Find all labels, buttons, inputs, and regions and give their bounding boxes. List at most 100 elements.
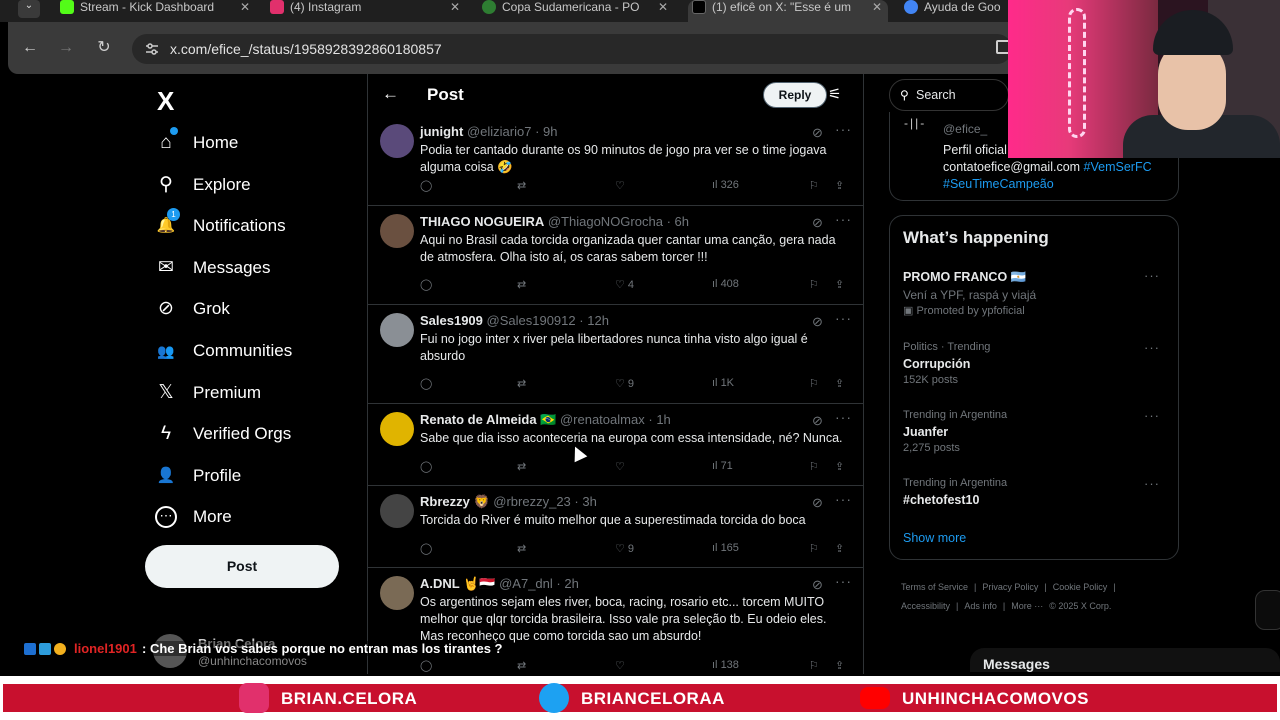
nav-messages[interactable]: ✉ Messages [155,255,355,285]
bookmark-icon[interactable]: ⚐ [809,460,819,473]
reply-button[interactable]: Reply [763,82,827,108]
like-icon[interactable]: ♡ [615,179,625,192]
sliders-icon[interactable]: ⚟ [828,85,841,103]
author-handle[interactable]: @A7_dnl [499,576,553,591]
author-handle[interactable]: @Sales190912 [487,313,576,328]
repost-icon[interactable]: ⇄ [517,460,526,473]
nav-explore[interactable]: ⚲ Explore [155,172,355,202]
more-options-icon[interactable]: ··· [1144,476,1160,491]
share-icon[interactable]: ⇪ [835,659,844,672]
author-name[interactable]: A.DNL 🤘🇾🇪 [420,576,495,591]
footer-link[interactable]: Ads info [964,601,997,611]
timestamp[interactable]: 12h [587,313,609,328]
close-tab-icon[interactable]: ✕ [658,0,668,14]
author-handle[interactable]: @renatoalmax [560,412,645,427]
close-tab-icon[interactable]: ✕ [240,0,250,14]
footer-link[interactable]: Cookie Policy [1053,582,1108,592]
timestamp[interactable]: 3h [582,494,596,509]
views-icon[interactable]: ıl 326 [712,179,739,191]
browser-tab-active[interactable]: (1) eficê on X: "Esse é um ✕ [688,0,888,22]
author-handle[interactable]: @eliziario7 [467,124,532,139]
avatar[interactable] [380,494,414,528]
x-logo[interactable]: X [157,86,174,117]
nav-notifications[interactable]: 🔔 1 Notifications [155,208,355,243]
footer-link[interactable]: Privacy Policy [982,582,1038,592]
nav-verified-orgs[interactable]: ϟ Verified Orgs [155,421,355,451]
bookmark-icon[interactable]: ⚐ [809,542,819,555]
author-name[interactable]: Rbrezzy 🦁 [420,494,490,509]
hashtag-link[interactable]: #SeuTimeCampeão [943,176,1173,193]
reload-icon[interactable]: ↻ [94,40,114,56]
nav-profile[interactable]: 👤 Profile [155,463,355,493]
trend-item[interactable]: PROMO FRANCO 🇦🇷 Vení a YPF, raspá y viaj… [903,268,1168,319]
share-icon[interactable]: ⇪ [835,460,844,473]
grok-explain-icon[interactable]: ⊘ [812,125,823,141]
author-handle[interactable]: @ThiagoNOGrocha [548,214,663,229]
bookmark-icon[interactable]: ⚐ [809,179,819,192]
more-options-icon[interactable]: ··· [835,491,852,507]
trend-item[interactable]: Trending in Argentina Juanfer 2,275 post… [903,408,1168,456]
browser-tab[interactable]: Ayuda de Goo [900,0,1010,22]
more-options-icon[interactable]: ··· [835,121,852,137]
profile-handle[interactable]: @efice_ [943,122,987,136]
repost-icon[interactable]: ⇄ [517,377,526,390]
trend-item[interactable]: Trending in Argentina #chetofest10 ··· [903,476,1168,509]
views-icon[interactable]: ıl 408 [712,278,739,290]
grok-explain-icon[interactable]: ⊘ [812,215,823,231]
grok-explain-icon[interactable]: ⊘ [812,413,823,429]
nav-grok[interactable]: ⊘ Grok [155,296,355,326]
more-options-icon[interactable]: ··· [1144,268,1160,283]
messages-drawer[interactable]: Messages [970,648,1280,672]
timestamp[interactable]: 1h [656,412,670,427]
bookmark-icon[interactable]: ⚐ [809,659,819,672]
back-arrow-icon[interactable]: ← [382,84,399,104]
avatar[interactable] [380,576,414,610]
browser-tab[interactable]: Copa Sudamericana - PO ✕ [478,0,674,22]
close-tab-icon[interactable]: ✕ [450,0,460,14]
reply-item[interactable]: junight @eliziario7 · 9h ⊘ ··· Podia ter… [368,116,863,206]
views-icon[interactable]: ıl 1K [712,377,734,389]
more-options-icon[interactable]: ··· [835,573,852,589]
like-icon[interactable]: ♡ 4 [615,278,634,291]
grok-fab-button[interactable] [1255,590,1280,630]
more-options-icon[interactable]: ··· [1144,408,1160,423]
comment-icon[interactable]: ◯ [420,377,432,390]
comment-icon[interactable]: ◯ [420,542,432,555]
repost-icon[interactable]: ⇄ [517,278,526,291]
more-options-icon[interactable]: ··· [835,409,852,425]
hashtag-link[interactable]: #VemSerFC [1084,160,1152,174]
timestamp[interactable]: 2h [564,576,578,591]
tab-search-button[interactable]: ⌄ [18,0,40,18]
browser-tab[interactable]: (4) Instagram ✕ [266,0,466,22]
more-options-icon[interactable]: ··· [1144,340,1160,355]
author-name[interactable]: Renato de Almeida 🇧🇷 [420,412,556,427]
nav-home[interactable]: ⌂ Home [155,127,355,160]
reply-item[interactable]: THIAGO NOGUEIRA @ThiagoNOGrocha · 6h ⊘ ·… [368,206,863,305]
comment-icon[interactable]: ◯ [420,460,432,473]
comment-icon[interactable]: ◯ [420,278,432,291]
forward-arrow-icon[interactable]: → [56,40,76,56]
avatar[interactable] [380,214,414,248]
grok-explain-icon[interactable]: ⊘ [812,577,823,593]
more-options-icon[interactable]: ··· [835,211,852,227]
bookmark-icon[interactable]: ⚐ [809,377,819,390]
site-settings-icon[interactable] [144,41,160,57]
like-icon[interactable]: ♡ [615,659,625,672]
grok-explain-icon[interactable]: ⊘ [812,314,823,330]
footer-link[interactable]: Accessibility [901,601,950,611]
author-handle[interactable]: @rbrezzy_23 [493,494,571,509]
trend-item[interactable]: Politics · Trending Corrupción 152K post… [903,340,1168,388]
views-icon[interactable]: ıl 138 [712,659,739,671]
like-icon[interactable]: ♡ 9 [615,542,634,555]
footer-more-link[interactable]: More ··· [1011,601,1043,611]
author-name[interactable]: Sales1909 [420,313,483,328]
more-options-icon[interactable]: ··· [835,310,852,326]
avatar[interactable] [380,412,414,446]
nav-communities[interactable]: 👥 Communities [155,338,355,368]
search-input[interactable]: ⚲ Search [889,79,1009,111]
reply-item[interactable]: Rbrezzy 🦁 @rbrezzy_23 · 3h ⊘ ··· Torcida… [368,486,863,568]
nav-premium[interactable]: 𝕏 Premium [155,380,355,410]
share-icon[interactable]: ⇪ [835,377,844,390]
views-icon[interactable]: ıl 165 [712,542,739,554]
share-icon[interactable]: ⇪ [835,179,844,192]
